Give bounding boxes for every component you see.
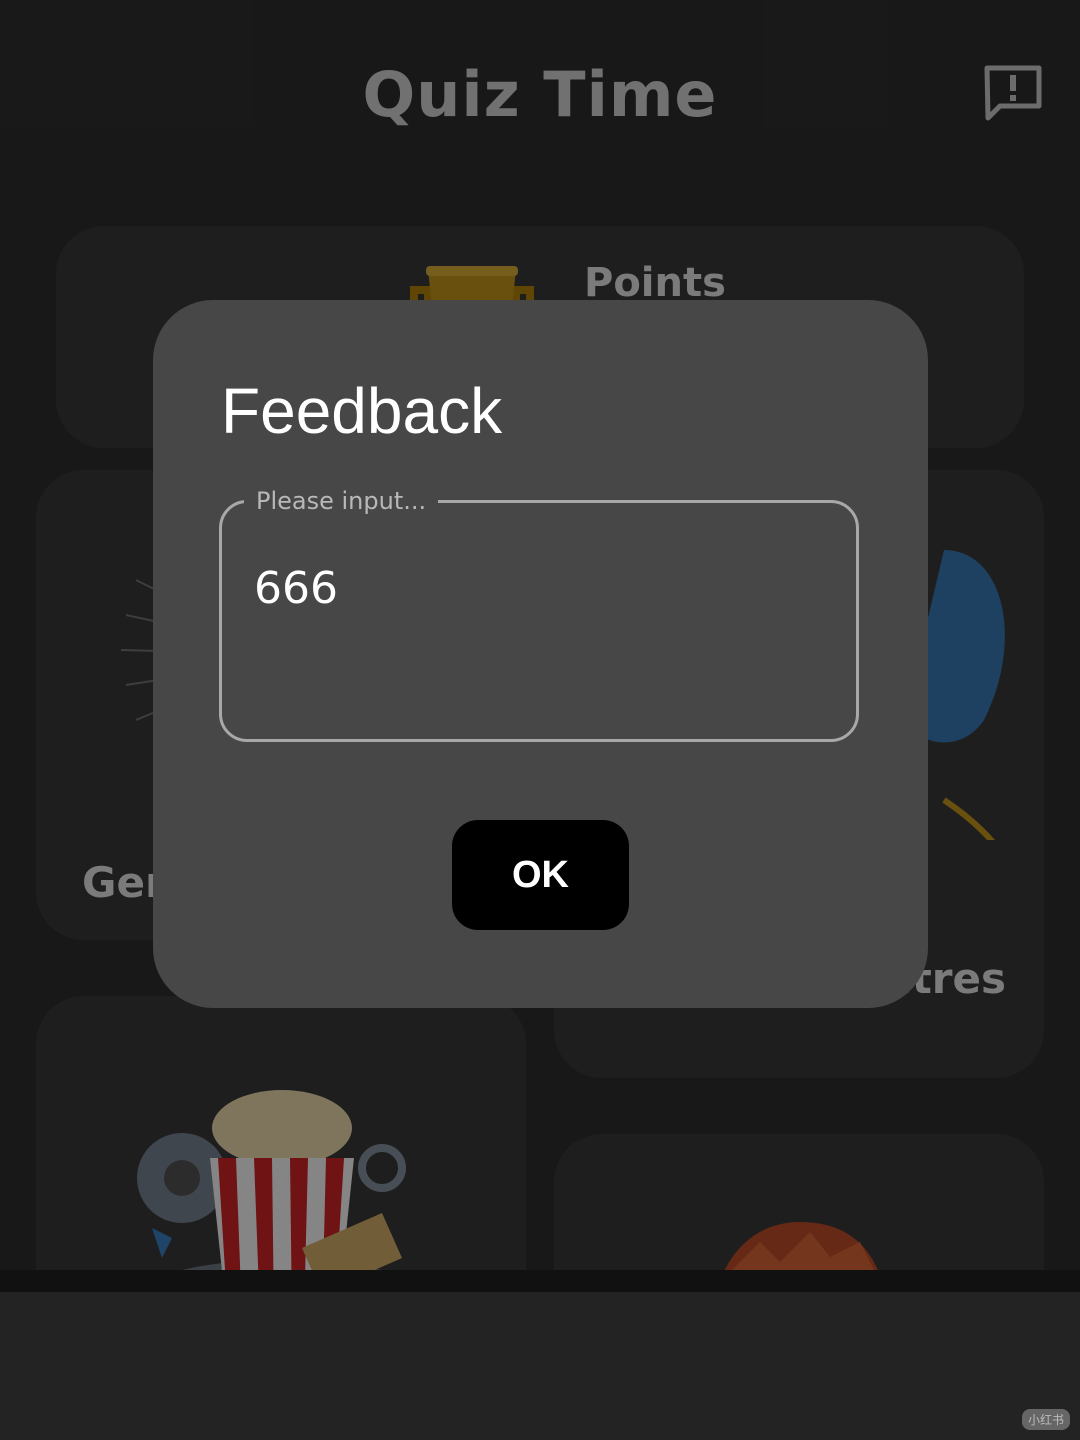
watermark-badge: 小红书 <box>1021 1409 1070 1430</box>
feedback-input-value[interactable]: 666 <box>254 563 338 614</box>
ok-button[interactable]: OK <box>452 820 629 930</box>
dialog-title: Feedback <box>221 375 503 447</box>
input-placeholder-label: Please input... <box>244 483 439 519</box>
app-screen: Quiz Time Points Ger atres Feedback Plea… <box>0 0 1080 1440</box>
feedback-input-field[interactable]: Please input... 666 <box>219 483 859 742</box>
feedback-dialog: Feedback Please input... 666 OK <box>153 300 928 1008</box>
